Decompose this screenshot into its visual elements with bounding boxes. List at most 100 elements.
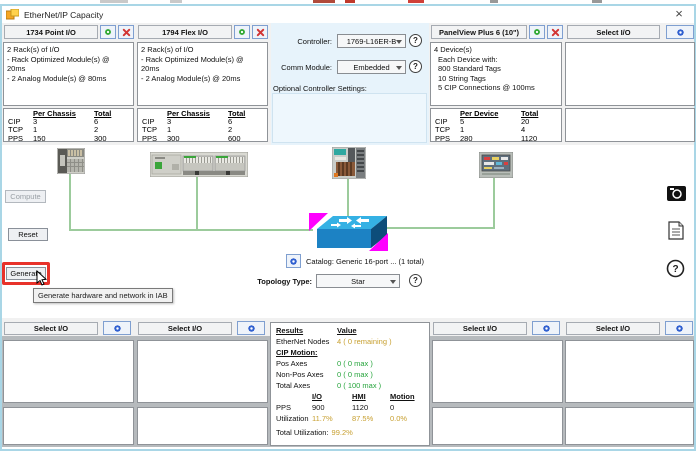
- configure-gear-button[interactable]: [666, 25, 694, 39]
- empty-device-stats: [137, 407, 268, 445]
- app-icon: [6, 9, 19, 20]
- switch-catalog-gear-button[interactable]: [286, 254, 301, 268]
- device-description: 2 Rack(s) of I/O - Rack Optimized Module…: [3, 42, 134, 106]
- total-utilization-value: 99.2%: [332, 428, 353, 437]
- snapshot-button[interactable]: [666, 185, 687, 202]
- network-wire: [347, 179, 349, 216]
- gear-icon: [112, 323, 123, 334]
- background-fragment: [490, 0, 498, 3]
- gear-icon: [237, 27, 247, 37]
- configure-gear-button[interactable]: [665, 321, 693, 335]
- configure-gear-button[interactable]: [103, 321, 131, 335]
- svg-text:?: ?: [672, 264, 678, 275]
- panel-title-button-1734-point-io[interactable]: 1734 Point I/O: [4, 25, 98, 39]
- select-io-button[interactable]: Select I/O: [4, 322, 98, 335]
- pos-axes-value: 0 ( 0 max ): [337, 359, 429, 368]
- controller-dropdown[interactable]: 1769-L16ER-B: [337, 34, 406, 48]
- select-io-button[interactable]: Select I/O: [138, 322, 232, 335]
- device-stats-table: Per ChassisTotal CIP36 TCP12 PPS150300: [3, 108, 134, 142]
- close-x-icon: [122, 28, 131, 37]
- nonpos-axes-value: 0 ( 0 max ): [337, 370, 429, 379]
- select-io-button[interactable]: Select I/O: [566, 322, 660, 335]
- topology-type-dropdown[interactable]: Star: [316, 274, 400, 288]
- window-title: EtherNet/IP Capacity: [24, 10, 103, 20]
- close-icon[interactable]: ×: [672, 6, 686, 21]
- empty-device-description: [565, 340, 694, 403]
- topology-help-button[interactable]: ?: [409, 274, 422, 287]
- empty-device-description: [565, 42, 695, 106]
- background-fragment: [408, 0, 424, 3]
- empty-device-stats: [565, 108, 695, 142]
- generate-tooltip: Generate hardware and network in IAB: [33, 288, 173, 303]
- select-io-button[interactable]: Select I/O: [567, 25, 660, 39]
- camera-icon: [667, 186, 686, 201]
- report-button[interactable]: [667, 220, 685, 240]
- close-x-icon: [256, 28, 265, 37]
- panel-title-button-1794-flex-io[interactable]: 1794 Flex I/O: [138, 25, 232, 39]
- network-wire: [493, 178, 495, 229]
- controller-label: Controller:: [250, 37, 332, 46]
- background-fragment: [170, 0, 182, 3]
- device-description: 2 Rack(s) of I/O - Rack Optimized Module…: [137, 42, 268, 106]
- screenshot-root: EtherNet/IP Capacity × 1734 Point I/O 2 …: [0, 0, 696, 451]
- background-fragment: [313, 0, 335, 3]
- controller-help-button[interactable]: ?: [409, 34, 422, 47]
- configure-gear-button[interactable]: [234, 25, 250, 39]
- gear-icon: [103, 27, 113, 37]
- help-button[interactable]: ?: [665, 258, 685, 278]
- delete-device-button[interactable]: [547, 25, 563, 39]
- network-wire: [69, 229, 313, 231]
- gear-icon: [674, 323, 685, 334]
- optional-settings-groupbox: [272, 93, 427, 143]
- ethernet-switch[interactable]: [309, 212, 389, 252]
- network-wire: [69, 174, 71, 231]
- configure-gear-button[interactable]: [529, 25, 545, 39]
- empty-device-stats: [565, 407, 694, 445]
- delete-device-button[interactable]: [118, 25, 134, 39]
- gear-icon: [675, 27, 686, 38]
- empty-device-stats: [3, 407, 134, 445]
- comm-module-help-button[interactable]: ?: [409, 60, 422, 73]
- catalog-label: Catalog: Generic 16-port ... (1 total): [306, 257, 424, 266]
- close-x-icon: [551, 28, 560, 37]
- panel-title-button-panelview[interactable]: PanelView Plus 6 (10"): [431, 25, 527, 39]
- comm-module-label: Comm Module:: [240, 63, 332, 72]
- title-bar[interactable]: EtherNet/IP Capacity ×: [2, 6, 694, 23]
- chevron-down-icon: [390, 280, 396, 284]
- gear-icon: [288, 256, 299, 267]
- network-wire: [387, 227, 495, 229]
- configure-gear-button[interactable]: [532, 321, 560, 335]
- gear-icon: [246, 323, 257, 334]
- background-fragment: [592, 0, 602, 3]
- topology-type-label: Topology Type:: [230, 277, 312, 286]
- chevron-down-icon: [396, 40, 402, 44]
- device-point-io-icon[interactable]: [57, 148, 85, 174]
- compute-button[interactable]: Compute: [5, 190, 46, 203]
- results-panel: ResultsValue EtherNet Nodes4 ( 0 remaini…: [270, 322, 430, 446]
- total-axes-value: 0 ( 100 max ): [337, 381, 429, 390]
- device-stats-table: Per DeviceTotal CIP520 TCP14 PPS2801120: [430, 108, 562, 142]
- question-mark-icon: ?: [666, 259, 685, 278]
- document-icon: [668, 221, 684, 240]
- empty-device-stats: [432, 407, 563, 445]
- device-stats-table: Per ChassisTotal CIP36 TCP12 PPS300600: [137, 108, 268, 142]
- mouse-cursor: [36, 270, 47, 286]
- configure-gear-button[interactable]: [237, 321, 265, 335]
- reset-button[interactable]: Reset: [8, 228, 48, 241]
- empty-device-description: [137, 340, 268, 403]
- select-io-button[interactable]: Select I/O: [433, 322, 527, 335]
- gear-icon: [532, 27, 542, 37]
- background-fragment: [100, 0, 128, 3]
- device-panelview-icon[interactable]: [479, 152, 513, 178]
- comm-module-dropdown[interactable]: Embedded: [337, 60, 406, 74]
- device-flex-io-icon[interactable]: [150, 152, 248, 177]
- gear-icon: [541, 323, 552, 334]
- chevron-down-icon: [396, 66, 402, 70]
- empty-device-description: [432, 340, 563, 403]
- device-controller-icon[interactable]: [332, 147, 366, 179]
- background-fragment: [345, 0, 355, 3]
- network-wire: [196, 177, 198, 231]
- device-description: 4 Device(s) Each Device with: 800 Standa…: [430, 42, 562, 106]
- configure-gear-button[interactable]: [100, 25, 116, 39]
- ethernet-nodes-value: 4 ( 0 remaining ): [337, 337, 429, 346]
